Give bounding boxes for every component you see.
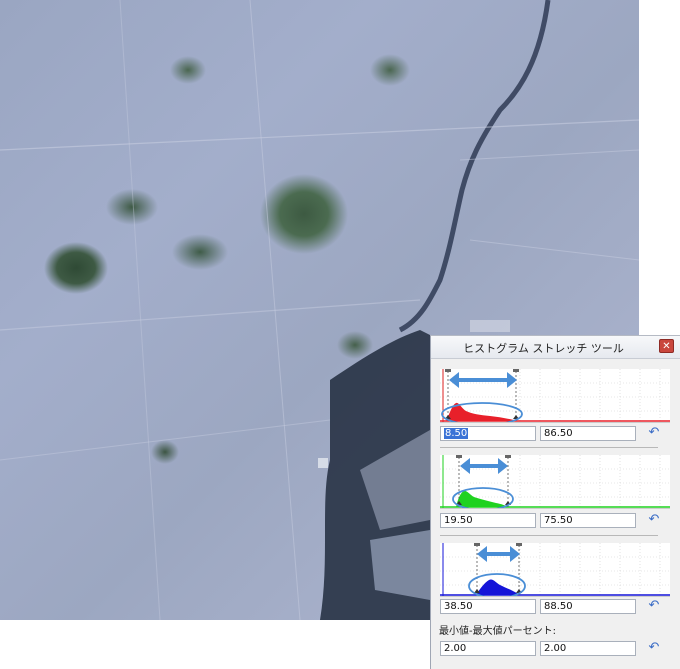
blue-max-field[interactable]: 88.50: [540, 599, 636, 614]
red-reset-undo-icon[interactable]: ↶: [646, 426, 662, 441]
blue-histogram-area: [476, 579, 520, 595]
dialog-title: ヒストグラム ストレッチ ツール: [463, 342, 624, 355]
green-min-handle[interactable]: [456, 455, 462, 458]
green-max-handle[interactable]: [505, 455, 511, 458]
percent-label: 最小値-最大値パーセント:: [439, 626, 556, 637]
blue-min-handle[interactable]: [474, 543, 480, 546]
separator: [440, 535, 658, 536]
histogram-red[interactable]: [440, 369, 670, 423]
percent-min-field[interactable]: 2.00: [440, 641, 536, 656]
percent-max-field[interactable]: 2.00: [540, 641, 636, 656]
blue-reset-undo-icon[interactable]: ↶: [646, 599, 662, 614]
histogram-red-plot: [440, 369, 670, 422]
blue-min-field[interactable]: 38.50: [440, 599, 536, 614]
double-arrow-icon: [449, 372, 517, 388]
histogram-blue-plot: [440, 543, 670, 596]
close-icon[interactable]: ✕: [659, 339, 674, 353]
histogram-green-plot: [440, 455, 670, 508]
histogram-green[interactable]: [440, 455, 670, 509]
histogram-blue[interactable]: [440, 543, 670, 597]
percent-reset-undo-icon[interactable]: ↶: [646, 641, 662, 656]
red-max-field[interactable]: 86.50: [540, 426, 636, 441]
red-min-field[interactable]: 8.50: [440, 426, 536, 441]
dialog-titlebar[interactable]: ヒストグラム ストレッチ ツール ✕: [431, 336, 680, 359]
green-max-field[interactable]: 75.50: [540, 513, 636, 528]
green-min-field[interactable]: 19.50: [440, 513, 536, 528]
histogram-stretch-dialog: ヒストグラム ストレッチ ツール ✕ 8.50 86.50 ↶ 19.50 75…: [430, 335, 680, 669]
double-arrow-icon: [460, 458, 508, 474]
green-reset-undo-icon[interactable]: ↶: [646, 513, 662, 528]
blue-max-handle[interactable]: [516, 543, 522, 546]
red-max-handle[interactable]: [513, 369, 519, 372]
green-histogram-area: [456, 490, 510, 507]
red-min-handle[interactable]: [445, 369, 451, 372]
double-arrow-icon: [477, 546, 520, 562]
separator: [440, 447, 658, 448]
